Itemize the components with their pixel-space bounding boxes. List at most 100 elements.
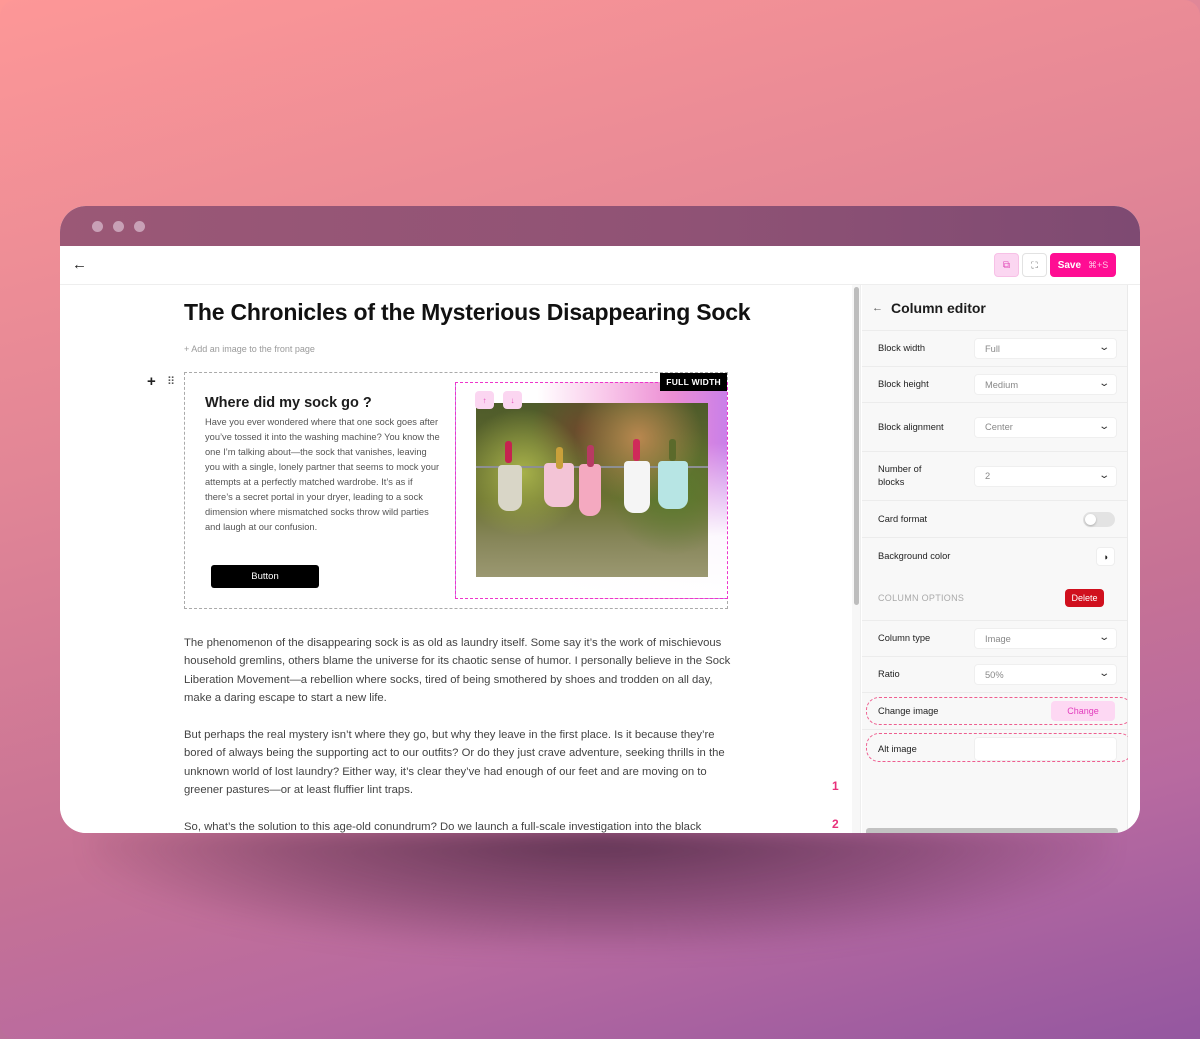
chevron-down-icon: ⌄ [1097,342,1110,353]
clothespin [633,439,640,461]
add-front-image-link[interactable]: + Add an image to the front page [184,344,315,354]
alt-image-input[interactable] [974,737,1117,761]
chevron-down-icon: ⌄ [1097,420,1110,432]
title-bar [60,206,1140,246]
change-image-button[interactable]: Change [1051,701,1115,721]
sock [658,461,688,509]
number-of-blocks-row: Number of blocks 2 ⌄ [862,452,1127,501]
arrow-up-icon: ↑ [482,395,487,405]
delete-column-button[interactable]: Delete [1065,588,1104,607]
background-color-row: Background color ◑ [862,538,1127,575]
column-cta-button[interactable]: Button [211,565,319,588]
drag-handle-icon[interactable]: ⠿ [167,375,175,388]
editor-scrollbar-thumb[interactable] [854,287,859,605]
number-of-blocks-value: 2 [985,471,991,481]
column-block[interactable]: Where did my sock go ? Have you ever won… [184,372,728,609]
column-options-header: COLUMN OPTIONS Delete [862,575,1127,621]
column-options-title: COLUMN OPTIONS [878,592,965,603]
app-window: ← ⧉ ⛶ Save ⌘+S The Chronicles of the Mys… [60,206,1140,833]
open-preview-button[interactable]: ⧉ [994,253,1019,277]
column-type-label: Column type [878,633,931,643]
window-close-dot[interactable] [92,221,103,232]
move-down-button[interactable]: ↓ [503,391,522,409]
block-width-value: Full [985,343,1000,354]
sock [498,465,522,511]
sock [624,461,650,513]
alt-image-label: Alt image [878,743,917,754]
panel-horizontal-scrollbar[interactable] [866,828,1118,833]
chevron-down-icon: ⌄ [1097,469,1110,481]
clothespin [556,447,563,469]
socks-image[interactable] [476,403,708,577]
text-column[interactable]: Where did my sock go ? Have you ever won… [205,395,441,535]
contrast-icon: ◑ [1102,551,1109,562]
annotation-number-1: 1 [832,779,839,793]
chevron-down-icon: ⌄ [1097,632,1110,643]
panel-back-icon[interactable]: ← [872,302,883,314]
column-type-value: Image [985,633,1011,644]
block-width-select[interactable]: Full ⌄ [974,338,1117,359]
block-alignment-value: Center [985,422,1013,432]
arrow-down-icon: ↓ [510,395,515,405]
panel-title: Column editor [891,299,986,316]
panel-header: ← Column editor [862,285,1127,331]
paragraph[interactable]: The phenomenon of the disappearing sock … [184,634,734,707]
ratio-select[interactable]: 50% ⌄ [974,664,1117,685]
save-shortcut: ⌘+S [1088,259,1109,270]
annotation-number-2: 2 [832,817,839,831]
page-title[interactable]: The Chronicles of the Mysterious Disappe… [184,299,751,326]
fullscreen-button[interactable]: ⛶ [1022,253,1047,277]
block-alignment-select[interactable]: Center ⌄ [974,416,1117,438]
block-height-label: Block height [878,379,929,389]
window-maximize-dot[interactable] [134,221,145,232]
save-label: Save [1057,259,1082,271]
move-up-button[interactable]: ↑ [475,391,494,409]
document-editor: The Chronicles of the Mysterious Disappe… [60,285,852,833]
sock [544,463,574,507]
number-of-blocks-select[interactable]: 2 ⌄ [974,465,1117,487]
image-column-selected[interactable]: ↑ ↓ [455,382,728,599]
block-width-label: Block width [878,343,926,353]
card-format-label: Card format [878,513,928,524]
column-type-row: Column type Image ⌄ [862,621,1127,657]
window-shadow [90,830,1110,950]
background-color-button[interactable]: ◑ [1096,547,1115,566]
full-width-badge: FULL WIDTH [660,373,727,391]
external-link-icon: ⧉ [1002,259,1011,271]
paragraph[interactable]: So, what’s the solution to this age-old … [184,818,734,833]
expand-icon: ⛶ [1031,259,1038,270]
add-block-icon[interactable]: + [147,373,156,390]
top-toolbar: ← ⧉ ⛶ Save ⌘+S [60,246,1140,285]
block-alignment-label: Block alignment [878,421,944,432]
block-alignment-row: Block alignment Center ⌄ [862,403,1127,452]
window-minimize-dot[interactable] [113,221,124,232]
ratio-label: Ratio [878,669,900,679]
column-heading[interactable]: Where did my sock go ? [205,395,441,411]
back-arrow-icon[interactable]: ← [72,256,90,274]
change-image-label: Change image [878,705,939,716]
sock [579,464,601,516]
column-body[interactable]: Have you ever wondered where that one so… [205,415,441,535]
background-color-label: Background color [878,551,951,561]
card-format-toggle[interactable] [1083,511,1115,527]
block-height-row: Block height Medium ⌄ [862,367,1127,403]
chevron-down-icon: ⌄ [1097,668,1110,679]
alt-image-row: Alt image [862,730,1133,768]
clothespin [587,445,594,467]
card-format-row: Card format [862,501,1127,538]
clothespin [505,441,512,463]
block-width-row: Block width Full ⌄ [862,331,1127,367]
number-of-blocks-label: Number of blocks [878,464,922,487]
panel-gutter [1128,285,1140,833]
block-height-value: Medium [985,379,1019,390]
chevron-down-icon: ⌄ [1097,378,1110,389]
paragraph[interactable]: But perhaps the real mystery isn’t where… [184,726,734,799]
column-type-select[interactable]: Image ⌄ [974,628,1117,649]
block-height-select[interactable]: Medium ⌄ [974,374,1117,395]
column-editor-panel: ← Column editor Block width Full ⌄ Block… [862,285,1133,833]
ratio-value: 50% [985,669,1004,680]
ratio-row: Ratio 50% ⌄ [862,657,1127,693]
save-button[interactable]: Save ⌘+S [1050,253,1116,277]
change-image-row: Change image Change [862,693,1133,730]
clothespin [669,439,676,461]
